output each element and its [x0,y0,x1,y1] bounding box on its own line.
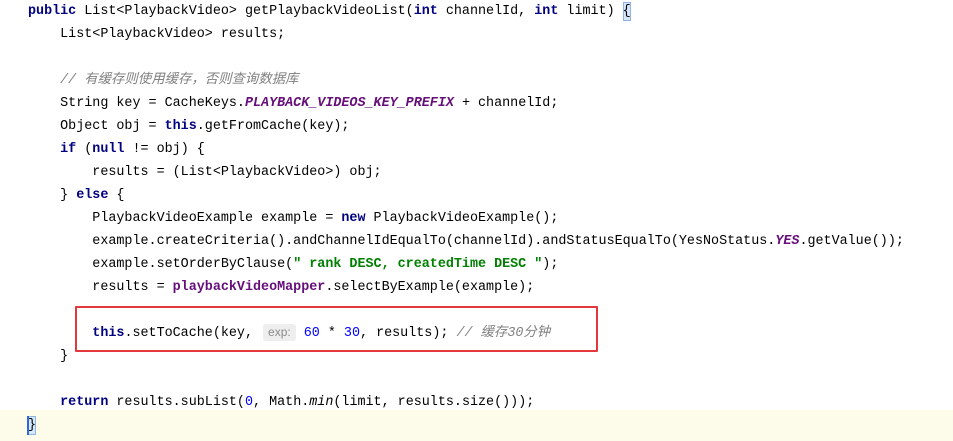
code-text: results = [92,280,173,295]
code-text: } [60,188,77,203]
constant-token: PLAYBACK_VIDEOS_KEY_PREFIX [244,96,454,111]
code-line-6[interactable]: Object obj = this.getFromCache(key); [28,115,948,138]
code-text: } [60,349,69,364]
code-text: != obj) { [124,142,205,157]
code-text: results = (List<PlaybackVideo>) obj; [92,165,382,180]
code-line-9[interactable]: } else { [28,184,948,207]
keyword-token: else [76,188,109,203]
code-text: .getValue()); [799,234,904,249]
code-line-8[interactable]: results = (List<PlaybackVideo>) obj; [28,161,948,184]
code-text: .selectByExample(example); [325,280,535,295]
code-text: results.subList( [108,395,245,410]
code-text: + channelId; [453,96,559,111]
code-text: Object obj = [60,119,165,134]
red-annotation-box [75,306,598,352]
static-method-token: min [309,395,334,410]
keyword-token: if [60,142,77,157]
code-text: .getFromCache(key); [196,119,350,134]
code-line-7[interactable]: if (null != obj) { [28,138,948,161]
code-text: limit) [558,4,623,19]
matched-brace-close: } [28,416,37,435]
code-line-17[interactable] [28,368,948,391]
code-line-2[interactable]: List<PlaybackVideo> results; [28,23,948,46]
code-line-19[interactable]: } [27,414,948,437]
code-text: ); [542,257,559,272]
code-text: { [108,188,125,203]
code-text: List<PlaybackVideo> results; [60,27,286,42]
code-line-10[interactable]: PlaybackVideoExample example = new Playb… [28,207,948,230]
code-text: PlaybackVideoExample(); [365,211,559,226]
code-text: example.createCriteria().andChannelIdEqu… [92,234,776,249]
code-line-13[interactable]: results = playbackVideoMapper.selectByEx… [28,276,948,299]
number-token: 0 [244,395,254,410]
code-text: String key = CacheKeys. [60,96,245,111]
code-text: channelId, [437,4,535,19]
keyword-token: this [164,119,197,134]
keyword-token: null [92,142,125,157]
code-text: , Math. [253,395,310,410]
keyword-token: return [60,395,109,410]
code-text: (limit, results.size())); [333,395,535,410]
code-line-1[interactable]: public List<PlaybackVideo> getPlaybackVi… [28,0,948,23]
code-line-4[interactable]: // 有缓存则使用缓存，否则查询数据库 [28,69,948,92]
string-literal-token: " rank DESC, createdTime DESC " [293,257,543,272]
keyword-token: int [413,4,438,19]
code-text: List<PlaybackVideo> getPlaybackVideoList… [76,4,414,19]
code-editor[interactable]: public List<PlaybackVideo> getPlaybackVi… [0,0,953,441]
code-line-11[interactable]: example.createCriteria().andChannelIdEqu… [28,230,948,253]
code-line-5[interactable]: String key = CacheKeys.PLAYBACK_VIDEOS_K… [28,92,948,115]
matched-brace-open: { [622,2,631,21]
code-text: PlaybackVideoExample example = [92,211,342,226]
code-line-18[interactable]: return results.subList(0, Math.min(limit… [28,391,948,414]
keyword-token: public [28,4,77,19]
keyword-token: int [534,4,559,19]
code-area[interactable]: public List<PlaybackVideo> getPlaybackVi… [27,0,948,437]
code-text: example.setOrderByClause( [92,257,294,272]
code-line-12[interactable]: example.setOrderByClause(" rank DESC, cr… [28,253,948,276]
keyword-token: new [341,211,366,226]
field-token: playbackVideoMapper [172,280,326,295]
text-caret [27,416,29,435]
code-line-3[interactable] [28,46,948,69]
comment-token: // 有缓存则使用缓存，否则查询数据库 [60,73,299,88]
constant-token: YES [775,234,800,249]
code-text: ( [76,142,93,157]
